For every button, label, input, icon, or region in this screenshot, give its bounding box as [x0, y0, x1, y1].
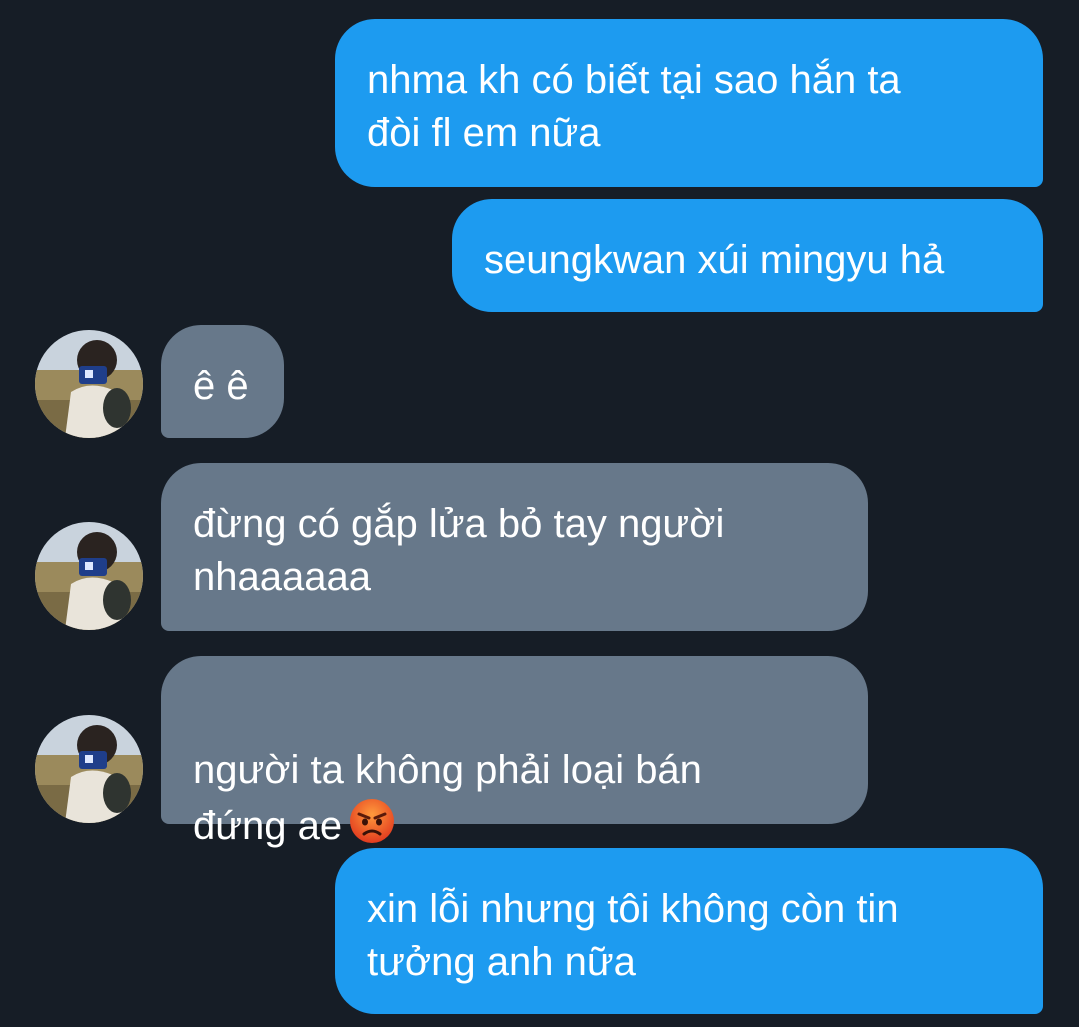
avatar-photo-icon: [35, 522, 143, 630]
received-message-bubble[interactable]: đừng có gắp lửa bỏ tay người nhaaaaaa: [161, 463, 868, 631]
contact-avatar[interactable]: [35, 330, 143, 438]
received-message-bubble[interactable]: ê ê: [161, 325, 284, 438]
conversation-thread: nhma kh có biết tại sao hắn ta đòi fl em…: [0, 0, 1079, 1027]
avatar-photo-icon: [35, 715, 143, 823]
sent-message-bubble[interactable]: seungkwan xúi mingyu hả: [452, 199, 1043, 312]
avatar-photo-icon: [35, 330, 143, 438]
contact-avatar[interactable]: [35, 715, 143, 823]
received-message-bubble[interactable]: người ta không phải loại bán đứng ae: [161, 656, 868, 848]
message-text: người ta không phải loại bán đứng ae: [193, 748, 702, 848]
contact-avatar[interactable]: [35, 522, 143, 630]
sent-message-bubble[interactable]: nhma kh có biết tại sao hắn ta đòi fl em…: [335, 19, 1043, 187]
sent-message-bubble[interactable]: xin lỗi nhưng tôi không còn tin tưởng an…: [335, 848, 1043, 1014]
